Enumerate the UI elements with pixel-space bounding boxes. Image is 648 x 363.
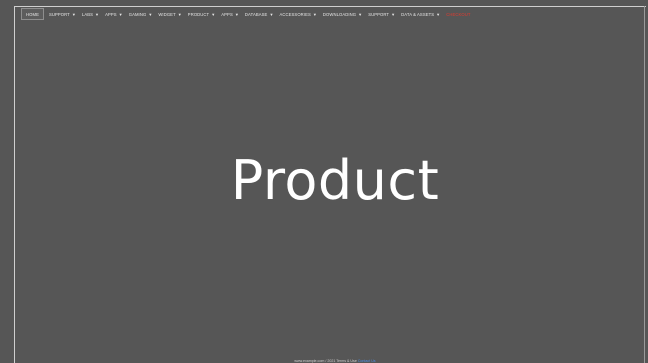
nav-item-label: Support (368, 11, 390, 17)
caret-down-icon: ▼ (436, 11, 441, 17)
nav-item-label: Gaming (128, 11, 147, 17)
nav-item-product[interactable]: Product ▼ (185, 8, 218, 20)
caret-down-icon: ▼ (177, 11, 182, 17)
nav-item-label: Database (244, 11, 268, 17)
footer-text: www.example.com / 2021 Terms & Use (294, 359, 357, 363)
nav-item-labs[interactable]: Labs ▼ (79, 8, 102, 20)
nav-item-label: Data & Assets (401, 11, 435, 17)
nav-item-database[interactable]: Database ▼ (242, 8, 277, 20)
page-title: Product (230, 149, 440, 213)
nav-item-label: Home (26, 11, 39, 17)
nav-item-label: Widget (158, 11, 176, 17)
caret-down-icon: ▼ (95, 11, 100, 17)
nav-item-checkout[interactable]: Checkout (443, 8, 473, 20)
nav-item-label: Apps (221, 11, 233, 17)
caret-down-icon: ▼ (391, 11, 396, 17)
nav-item-home[interactable]: Home (21, 8, 44, 20)
caret-down-icon: ▼ (118, 11, 123, 17)
nav-item-data-assets[interactable]: Data & Assets ▼ (398, 8, 443, 20)
footer: www.example.com / 2021 Terms & Use Conta… (0, 359, 648, 363)
page: Home Support ▼ Labs ▼ Apps ▼ Gaming ▼ Widget ▼ Prod… (0, 0, 648, 363)
nav-item-label: Labs (81, 11, 94, 17)
nav-item-label: Apps (105, 11, 117, 17)
nav-item-label: Product (187, 11, 210, 17)
nav-item-apps[interactable]: Apps ▼ (102, 8, 126, 20)
caret-down-icon: ▼ (234, 11, 239, 17)
nav-item-label: Accessories (279, 11, 311, 17)
nav-item-accessories[interactable]: Accessories ▼ (277, 8, 320, 20)
nav-item-support[interactable]: Support ▼ (365, 8, 398, 20)
caret-down-icon: ▼ (211, 11, 216, 17)
caret-down-icon: ▼ (358, 11, 363, 17)
caret-down-icon: ▼ (71, 11, 76, 17)
nav-item-downloading[interactable]: Downloading ▼ (320, 8, 365, 20)
caret-down-icon: ▼ (269, 11, 274, 17)
nav-item-widget[interactable]: Widget ▼ (155, 8, 184, 20)
top-navigation: Home Support ▼ Labs ▼ Apps ▼ Gaming ▼ Widget ▼ Prod… (21, 8, 474, 20)
nav-item-support[interactable]: Support ▼ (46, 8, 79, 20)
nav-item-label: Downloading (322, 11, 357, 17)
footer-link[interactable]: Contact Us (358, 359, 376, 363)
nav-item-gaming[interactable]: Gaming ▼ (126, 8, 156, 20)
nav-item-label: Checkout (446, 11, 471, 17)
nav-item-label: Support (48, 11, 70, 17)
caret-down-icon: ▼ (148, 11, 153, 17)
caret-down-icon: ▼ (312, 11, 317, 17)
nav-item-apps[interactable]: Apps ▼ (218, 8, 242, 20)
